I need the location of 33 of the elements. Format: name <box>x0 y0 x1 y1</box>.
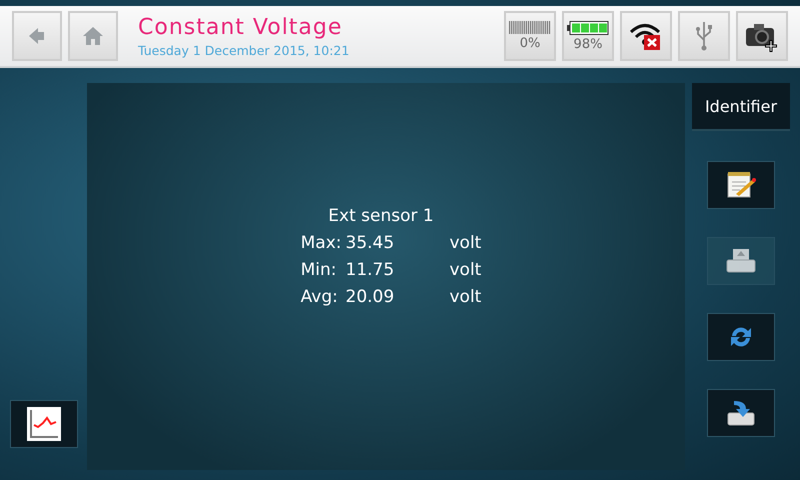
home-icon <box>82 26 104 46</box>
usb-icon <box>696 20 712 52</box>
refresh-button[interactable] <box>707 313 775 361</box>
stat-unit: volt <box>450 233 482 253</box>
sensor-name: Ext sensor 1 <box>327 206 435 226</box>
stat-label: Avg: <box>300 287 339 307</box>
stat-value: 35.45 <box>346 233 396 253</box>
date-time: Tuesday 1 December 2015, 10:21 <box>138 42 350 58</box>
battery-indicator[interactable]: 98% <box>562 11 614 61</box>
identifier-button[interactable]: Identifier <box>692 83 790 131</box>
battery-reading: 98% <box>574 36 602 52</box>
printer-icon <box>726 248 756 274</box>
notepad-pencil-icon <box>726 171 756 199</box>
screenshot-button[interactable] <box>736 11 788 61</box>
stat-label: Min: <box>300 260 338 280</box>
stat-value: 20.09 <box>346 287 396 307</box>
graph-button[interactable] <box>10 400 78 448</box>
edit-button[interactable] <box>707 161 775 209</box>
stat-label: Max: <box>300 233 342 253</box>
drive-download-icon <box>726 399 756 427</box>
line-chart-icon <box>27 407 61 441</box>
storage-bars-icon <box>509 21 551 34</box>
screen-title: Constant Voltage <box>138 14 344 40</box>
back-arrow-icon <box>27 26 47 46</box>
wifi-indicator[interactable] <box>620 11 672 61</box>
stat-unit: volt <box>450 260 482 280</box>
stat-value: 11.75 <box>346 260 396 280</box>
save-button[interactable] <box>707 389 775 437</box>
storage-reading: 0% <box>520 36 540 51</box>
usb-indicator[interactable] <box>678 11 730 61</box>
storage-indicator[interactable]: 0% <box>504 11 556 61</box>
stat-unit: volt <box>450 287 482 307</box>
battery-icon <box>567 20 609 34</box>
